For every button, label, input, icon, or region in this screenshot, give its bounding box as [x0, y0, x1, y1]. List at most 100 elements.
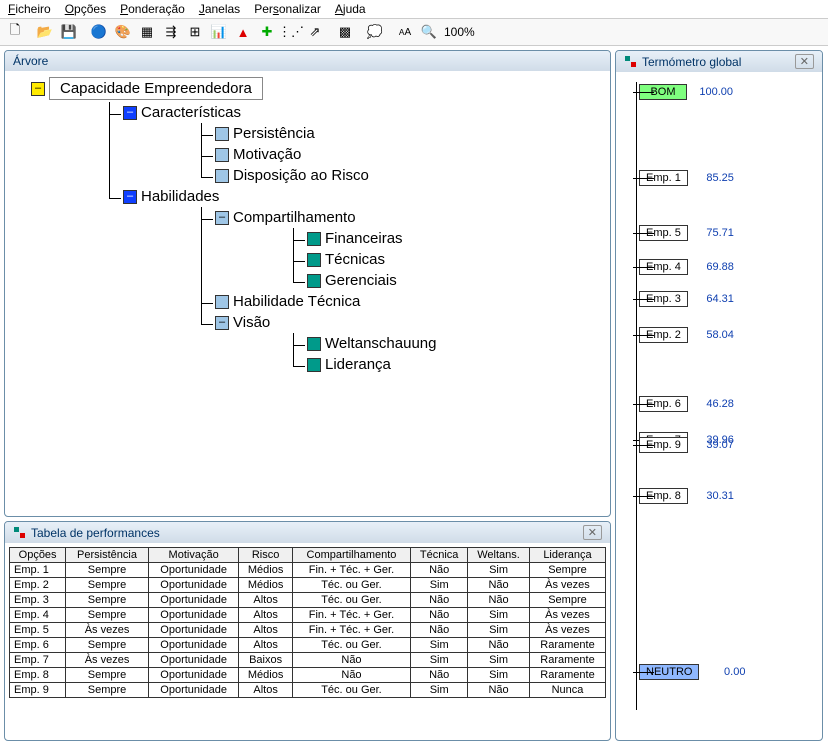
menu-janelas[interactable]: Janelas	[199, 2, 240, 16]
thermometer-item[interactable]: Emp. 469.88	[639, 259, 734, 275]
zoom-level[interactable]: 100%	[444, 25, 475, 39]
table-cell: Sempre	[529, 593, 605, 608]
thermometer-item[interactable]: Emp. 364.31	[639, 291, 734, 307]
thermometer-item[interactable]: Emp. 646.28	[639, 396, 734, 412]
table-cell: Altos	[239, 623, 292, 638]
menu-ponderacao[interactable]: Ponderação	[120, 2, 185, 16]
thermometer-item[interactable]: Emp. 830.31	[639, 488, 734, 504]
thermometer-item[interactable]: Emp. 939.07	[639, 437, 734, 453]
table-cell: Sempre	[66, 578, 149, 593]
table-cell: Às vezes	[529, 608, 605, 623]
table-row[interactable]: Emp. 8SempreOportunidadeMédiosNãoNãoSimR…	[10, 668, 606, 683]
tree-toggle[interactable]: –	[123, 106, 137, 120]
tree2-icon[interactable]: ⊞	[184, 21, 206, 43]
table-cell: Oportunidade	[148, 668, 239, 683]
table-header[interactable]: Compartilhamento	[292, 548, 410, 563]
table-header[interactable]: Opções	[10, 548, 66, 563]
menubar: Ficheiro Opções Ponderação Janelas Perso…	[0, 0, 828, 18]
menu-personalizar[interactable]: Personalizar	[254, 2, 321, 16]
cloud-icon[interactable]: 💭	[364, 21, 386, 43]
line-icon[interactable]: ⇗	[304, 21, 326, 43]
tree1-icon[interactable]: ⇶	[160, 21, 182, 43]
tree-node-label[interactable]: Técnicas	[325, 251, 385, 268]
tree-node-label[interactable]: Características	[141, 104, 241, 121]
scatter-icon[interactable]: ⋮⋰	[280, 21, 302, 43]
tree-toggle[interactable]: –	[215, 211, 229, 225]
table-cell: Raramente	[529, 638, 605, 653]
thermometer-item[interactable]: NEUTRO0.00	[639, 664, 745, 680]
triangle-icon[interactable]: ▲	[232, 21, 254, 43]
menu-ficheiro[interactable]: Ficheiro	[8, 2, 51, 16]
table-row[interactable]: Emp. 9SempreOportunidadeAltosTéc. ou Ger…	[10, 683, 606, 698]
tree-node-label[interactable]: Persistência	[233, 125, 315, 142]
new-icon[interactable]: 🗋	[4, 21, 26, 43]
table-cell: Oportunidade	[148, 593, 239, 608]
tree-toggle[interactable]: –	[215, 316, 229, 330]
thermometer-item[interactable]: Emp. 258.04	[639, 327, 734, 343]
tree-node-label[interactable]: Motivação	[233, 146, 301, 163]
menu-ajuda[interactable]: Ajuda	[335, 2, 366, 16]
close-icon[interactable]: ✕	[795, 54, 814, 69]
table-row[interactable]: Emp. 7Às vezesOportunidadeBaixosNãoSimSi…	[10, 653, 606, 668]
plus-icon[interactable]: ✚	[256, 21, 278, 43]
tree-toggle[interactable]: –	[31, 82, 45, 96]
table-cell: Emp. 6	[10, 638, 66, 653]
tree-node-label[interactable]: Visão	[233, 314, 270, 331]
table-cell: Téc. ou Ger.	[292, 593, 410, 608]
zoom-icon[interactable]: 🔍	[418, 21, 440, 43]
thermometer-value: 39.07	[692, 439, 734, 451]
tree-node-label[interactable]: Habilidade Técnica	[233, 293, 360, 310]
table-cell: Nunca	[529, 683, 605, 698]
font-icon[interactable]: AA	[394, 21, 416, 43]
table-header[interactable]: Técnica	[411, 548, 468, 563]
tree-node-box	[307, 253, 321, 267]
chart-icon[interactable]: 📊	[208, 21, 230, 43]
thermometer-item[interactable]: BOM100.00	[639, 84, 733, 100]
table-header[interactable]: Motivação	[148, 548, 239, 563]
table-header[interactable]: Risco	[239, 548, 292, 563]
performance-table: OpçõesPersistênciaMotivaçãoRiscoComparti…	[9, 547, 606, 698]
table-row[interactable]: Emp. 3SempreOportunidadeAltosTéc. ou Ger…	[10, 593, 606, 608]
tree-node-label[interactable]: Weltanschauung	[325, 335, 436, 352]
table-row[interactable]: Emp. 2SempreOportunidadeMédiosTéc. ou Ge…	[10, 578, 606, 593]
table-cell: Oportunidade	[148, 608, 239, 623]
panel-icon	[13, 526, 27, 540]
tree-node-label[interactable]: Financeiras	[325, 230, 403, 247]
performance-panel-title: Tabela de performances	[31, 526, 579, 540]
table-icon[interactable]: ▦	[136, 21, 158, 43]
thermometer-value: 0.00	[703, 666, 745, 678]
table-header[interactable]: Liderança	[529, 548, 605, 563]
table-row[interactable]: Emp. 1SempreOportunidadeMédiosFin. + Téc…	[10, 563, 606, 578]
tree-node-label[interactable]: Liderança	[325, 356, 391, 373]
table-cell: Médios	[239, 578, 292, 593]
thermometer-item[interactable]: Emp. 185.25	[639, 170, 734, 186]
table-row[interactable]: Emp. 4SempreOportunidadeAltosFin. + Téc.…	[10, 608, 606, 623]
table-row[interactable]: Emp. 6SempreOportunidadeAltosTéc. ou Ger…	[10, 638, 606, 653]
globe-icon[interactable]: 🔵	[88, 21, 110, 43]
table-cell: Às vezes	[529, 623, 605, 638]
tree-node-label[interactable]: Compartilhamento	[233, 209, 356, 226]
table-cell: Não	[411, 623, 468, 638]
thermometer-item[interactable]: Emp. 575.71	[639, 225, 734, 241]
tree-node-label[interactable]: Habilidades	[141, 188, 219, 205]
grid-icon[interactable]: ▩	[334, 21, 356, 43]
open-icon[interactable]: 📂	[34, 21, 56, 43]
table-cell: Não	[468, 638, 530, 653]
table-header[interactable]: Weltans.	[468, 548, 530, 563]
save-icon[interactable]: 💾	[58, 21, 80, 43]
table-cell: Oportunidade	[148, 578, 239, 593]
table-header[interactable]: Persistência	[66, 548, 149, 563]
palette-icon[interactable]: 🎨	[112, 21, 134, 43]
table-row[interactable]: Emp. 5Às vezesOportunidadeAltosFin. + Té…	[10, 623, 606, 638]
table-cell: Fin. + Téc. + Ger.	[292, 563, 410, 578]
tree-node-label[interactable]: Gerenciais	[325, 272, 397, 289]
tree-node-label[interactable]: Capacidade Empreendedora	[49, 77, 263, 100]
thermometer-value: 30.31	[692, 490, 734, 502]
tree-toggle[interactable]: –	[123, 190, 137, 204]
menu-opcoes[interactable]: Opções	[65, 2, 106, 16]
tree-node-label[interactable]: Disposição ao Risco	[233, 167, 369, 184]
table-cell: Altos	[239, 608, 292, 623]
thermometer-panel: Termómetro global ✕ BOM100.00Emp. 185.25…	[615, 50, 823, 741]
table-cell: Não	[411, 593, 468, 608]
close-icon[interactable]: ✕	[583, 525, 602, 540]
